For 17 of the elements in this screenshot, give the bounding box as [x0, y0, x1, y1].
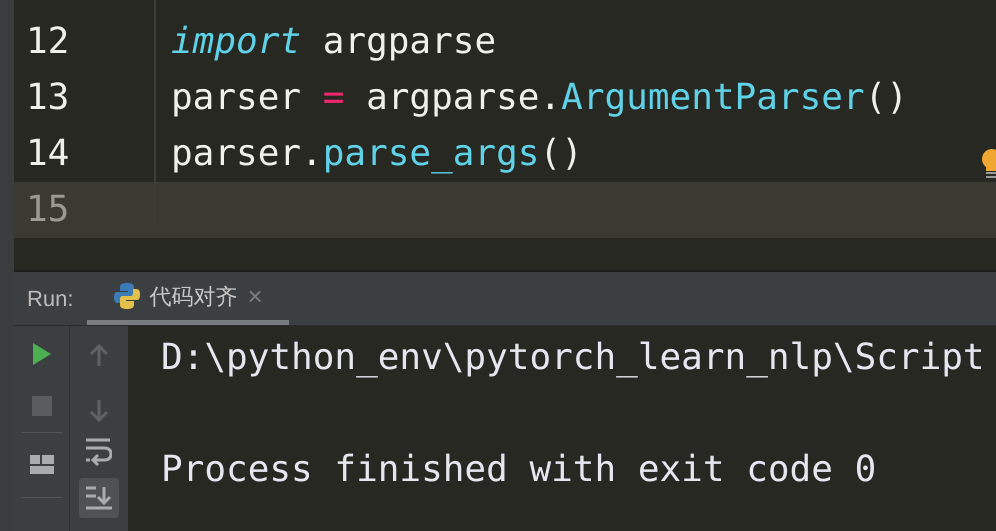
code-line: parser.parse_args() — [171, 132, 583, 176]
layout-icon[interactable] — [30, 455, 54, 475]
line-number: 12 — [25, 20, 70, 64]
soft-wrap-icon[interactable] — [86, 438, 112, 466]
line-number: 13 — [25, 76, 70, 120]
line-number: 15 — [25, 188, 70, 232]
line-number: 14 — [25, 132, 70, 176]
lightbulb-icon[interactable] — [982, 149, 996, 179]
scroll-to-end-button[interactable] — [79, 478, 119, 518]
console-line: Process finished with exit code 0 — [161, 449, 876, 490]
panel-label: Run: — [27, 285, 74, 313]
scroll-to-end-icon — [86, 485, 112, 511]
code-line: parser = argparse.ArgumentParser() — [171, 76, 908, 120]
console-line: D:\python_env\pytorch_learn_nlp\Script — [161, 337, 985, 378]
code-line: import argparse — [171, 20, 496, 64]
run-icon[interactable] — [32, 342, 52, 366]
python-icon — [113, 282, 142, 310]
